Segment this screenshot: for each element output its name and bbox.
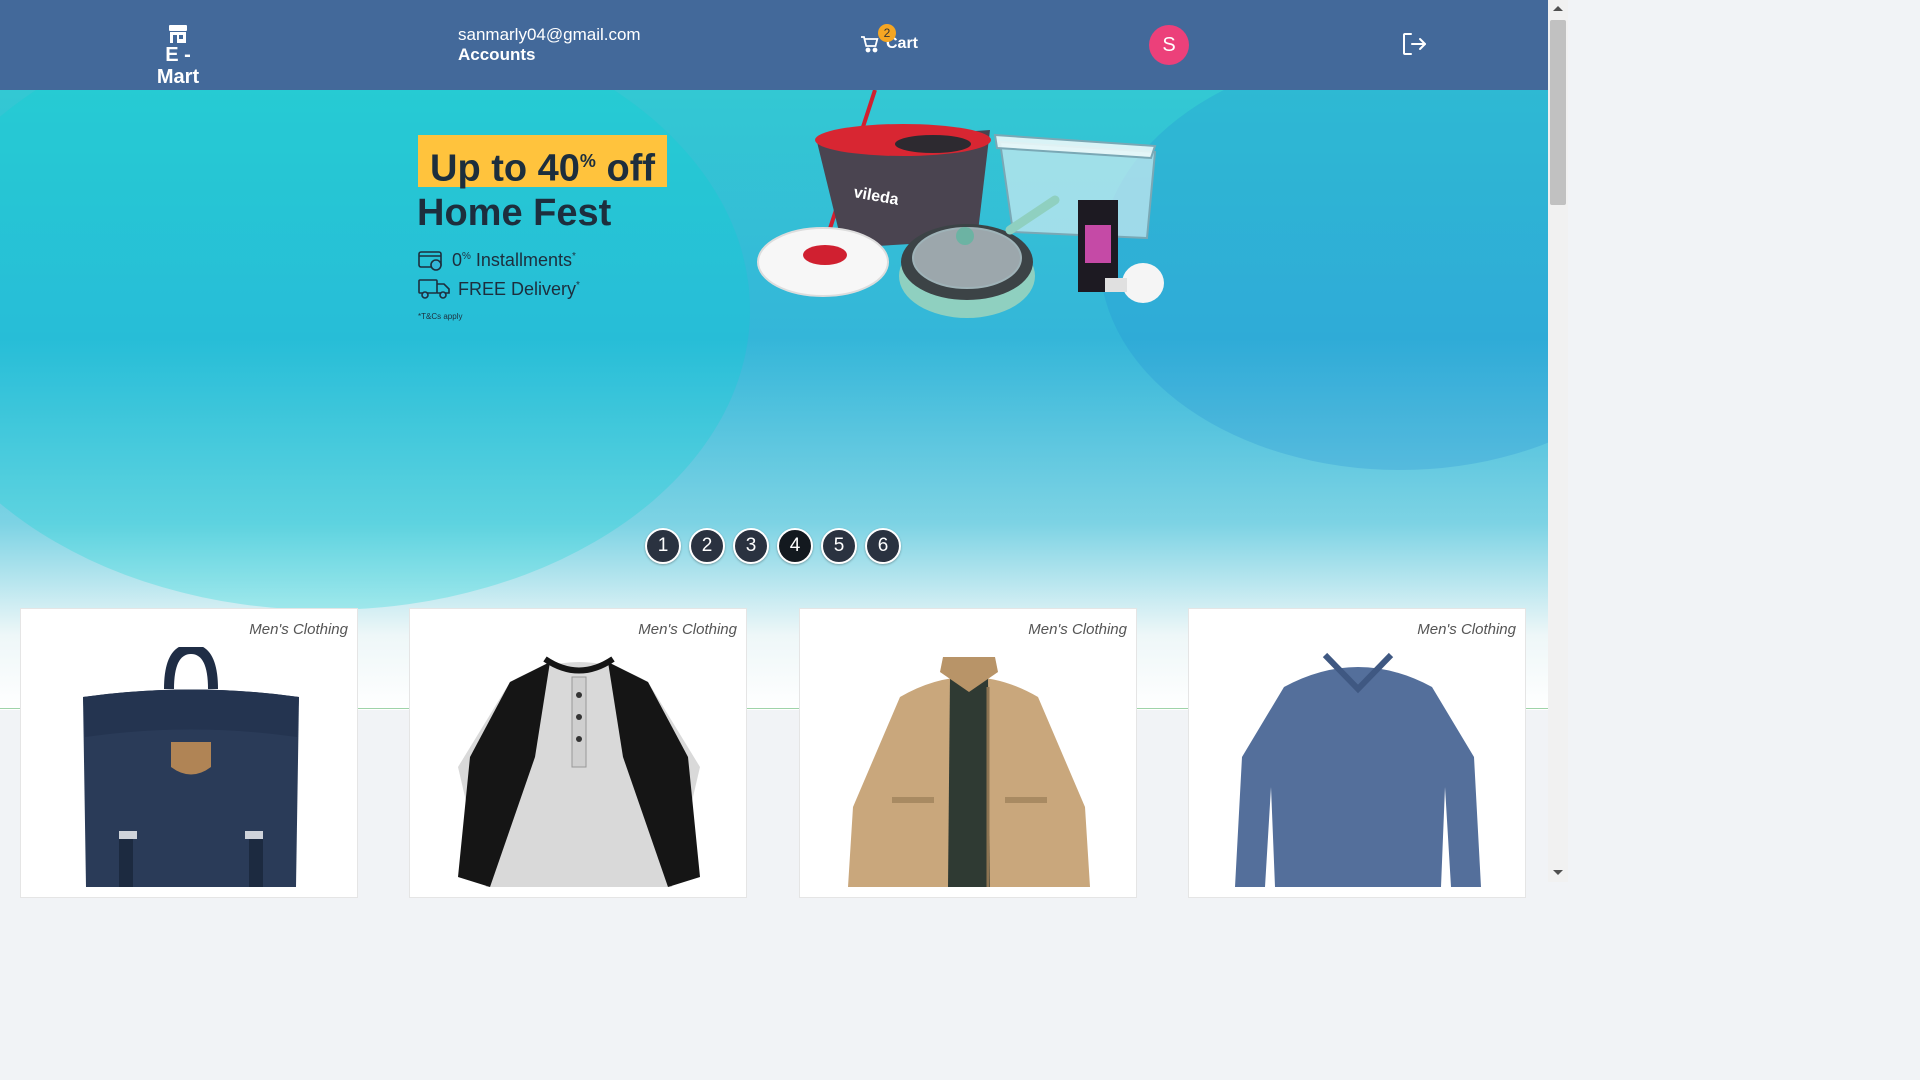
installments-line: 0% Installments* (418, 250, 576, 271)
accounts-label: Accounts (458, 45, 536, 64)
carousel-dot-5[interactable]: 5 (821, 528, 857, 564)
card-icon (418, 250, 442, 271)
carousel-dot-1[interactable]: 1 (645, 528, 681, 564)
free-delivery-line: FREE Delivery* (418, 278, 580, 300)
cart-icon: 2 (860, 24, 896, 54)
product-card[interactable]: Men's Clothing (1188, 608, 1526, 898)
carousel-dot-4[interactable]: 4 (777, 528, 813, 564)
product-category: Men's Clothing (249, 621, 348, 638)
product-card[interactable]: Men's Clothing (20, 608, 358, 898)
brand-logo[interactable]: E - Mart (142, 24, 214, 88)
cart-count-badge: 2 (878, 24, 896, 42)
product-category: Men's Clothing (1028, 621, 1127, 638)
product-card[interactable]: Men's Clothing (799, 608, 1137, 898)
product-card[interactable]: Men's Clothing (409, 608, 747, 898)
vertical-scrollbar[interactable] (1548, 0, 1568, 882)
raglan-shirt-image (458, 656, 700, 887)
brand-name: E - Mart (156, 44, 200, 88)
tshirt-image (1235, 652, 1481, 887)
delivery-truck-icon (418, 279, 450, 299)
account-menu[interactable]: sanmarly04@gmail.com Accounts (458, 25, 641, 65)
logout-button[interactable] (1400, 30, 1428, 58)
user-avatar[interactable]: S (1149, 25, 1189, 65)
promo-title: Home Fest (417, 192, 612, 234)
carousel-pagination: 1 2 3 4 5 6 (645, 528, 901, 564)
product-category: Men's Clothing (1417, 621, 1516, 638)
scroll-down-arrow-icon[interactable] (1553, 870, 1563, 875)
carousel-dot-2[interactable]: 2 (689, 528, 725, 564)
carousel-dot-3[interactable]: 3 (733, 528, 769, 564)
home-products-image: vileda (757, 90, 1164, 318)
scrollbar-thumb[interactable] (1550, 20, 1566, 205)
discount-badge: Up to 40% off (418, 135, 667, 190)
scroll-up-arrow-icon[interactable] (1553, 6, 1563, 11)
logout-icon (1403, 33, 1426, 55)
carousel-dot-6[interactable]: 6 (865, 528, 901, 564)
product-category: Men's Clothing (638, 621, 737, 638)
jacket-image (848, 657, 1090, 887)
user-email: sanmarly04@gmail.com (458, 25, 641, 44)
cart-button[interactable]: 2 Cart (860, 24, 918, 54)
store-icon (169, 25, 187, 43)
top-navbar: E - Mart sanmarly04@gmail.com Accounts 2… (0, 0, 1548, 90)
terms-note: *T&Cs apply (418, 312, 463, 321)
backpack-image (83, 647, 299, 887)
